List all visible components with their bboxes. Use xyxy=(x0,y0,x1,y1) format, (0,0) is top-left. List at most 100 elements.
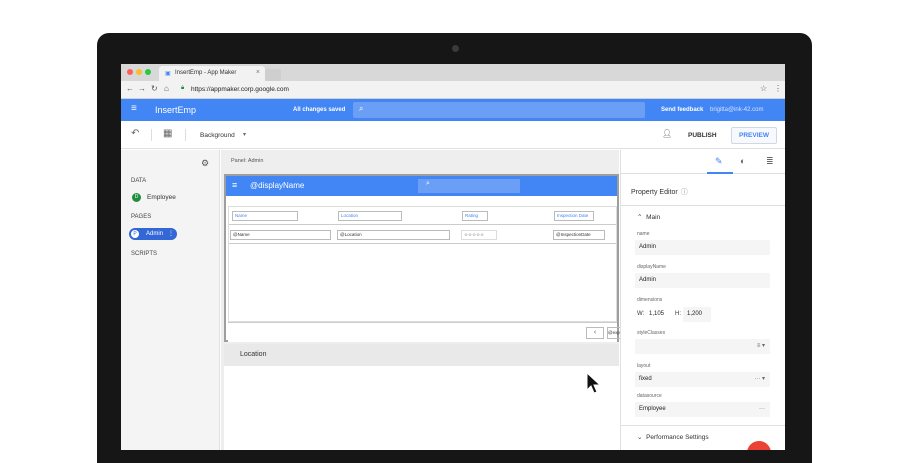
rating-stars[interactable]: ☆☆☆☆☆ xyxy=(461,230,497,240)
browser-urlbar: ← → ↻ ⌂ 🔒︎ https://appmaker.corp.google.… xyxy=(121,81,785,99)
page-preview[interactable]: ≡ @displayName ⌕ Name Location Rating In… xyxy=(224,174,621,342)
page-menu-icon[interactable]: ≡ xyxy=(232,180,237,190)
home-icon[interactable]: ⌂ xyxy=(164,84,169,93)
performance-settings-label: Performance Settings xyxy=(646,434,709,441)
column-header[interactable]: Inspection Date xyxy=(554,211,594,221)
left-nav: ⚙ DATA D Employee PAGES P Admin ⋮ SCRIPT… xyxy=(121,150,220,450)
address-field[interactable]: https://appmaker.corp.google.com xyxy=(191,86,289,93)
layout-dropdown-icon[interactable]: ··· ▾ xyxy=(754,372,765,387)
more-options-icon[interactable]: ⋮ xyxy=(168,228,174,240)
browser-menu-icon[interactable]: ⋮ xyxy=(774,84,782,93)
new-tab-button[interactable] xyxy=(265,69,281,81)
zoom-window-dot[interactable] xyxy=(145,69,151,75)
add-user-icon[interactable]: 👤︎ xyxy=(662,129,672,138)
performance-settings-toggle[interactable]: ⌄ Performance Settings xyxy=(637,433,709,441)
send-feedback-link[interactable]: Send feedback xyxy=(661,107,703,113)
save-status: All changes saved xyxy=(293,107,346,113)
section-divider xyxy=(621,425,785,426)
column-header[interactable]: Location xyxy=(338,211,402,221)
main-section-toggle[interactable]: ⌃ Main xyxy=(637,213,660,221)
undo-icon[interactable]: ↶ xyxy=(131,128,139,139)
floating-action-button[interactable] xyxy=(747,441,771,450)
search-icon: ⌕ xyxy=(426,180,430,187)
layout-field[interactable]: fixed ··· ▾ xyxy=(635,372,770,387)
close-window-dot[interactable] xyxy=(127,69,133,75)
browser-tabbar: ▣ InsertEmp - App Maker × xyxy=(121,64,785,81)
property-editor: ✎ ◐ ≣ Property Editor ⓘ ⌃ Main name Admin… xyxy=(620,150,785,450)
app-maker-favicon-icon: ▣ xyxy=(165,71,171,77)
publish-button[interactable]: PUBLISH xyxy=(688,132,717,139)
styleclasses-field[interactable]: ≡ ▾ xyxy=(635,339,770,354)
mouse-pointer-icon xyxy=(586,372,602,394)
datasource-field[interactable]: Employee ··· xyxy=(635,402,770,417)
settings-gear-icon[interactable]: ⚙ xyxy=(201,158,209,169)
nav-item-employee[interactable]: Employee xyxy=(147,194,176,201)
row-divider xyxy=(229,243,616,244)
back-arrow-icon[interactable]: ← xyxy=(126,84,134,93)
search-icon: ⌕ xyxy=(359,104,364,113)
layout-select[interactable]: Background xyxy=(200,132,235,139)
width-field[interactable]: 1,105 xyxy=(645,307,671,322)
styleclasses-dropdown-icon[interactable]: ≡ ▾ xyxy=(757,339,765,354)
toolbar-divider xyxy=(151,129,152,141)
main-section-label: Main xyxy=(646,214,661,221)
page-search-input[interactable]: ⌕ xyxy=(418,179,520,193)
minimize-window-dot[interactable] xyxy=(136,69,142,75)
name-label: name xyxy=(637,231,650,237)
hamburger-menu-icon[interactable]: ≡ xyxy=(131,103,137,114)
list-icon[interactable]: ≣ xyxy=(766,156,774,167)
displayname-field[interactable]: Admin xyxy=(635,273,770,288)
table-cell[interactable]: @InspectionDate xyxy=(553,230,605,240)
table-cell[interactable]: @Location xyxy=(337,230,450,240)
name-field[interactable]: Admin xyxy=(635,240,770,255)
location-label: Location xyxy=(240,351,267,358)
row-divider xyxy=(229,224,616,225)
bookmark-star-icon[interactable]: ☆ xyxy=(760,84,767,93)
height-label: H: xyxy=(675,311,681,317)
location-section-header[interactable]: Location xyxy=(224,344,619,366)
forward-arrow-icon[interactable]: → xyxy=(138,84,146,93)
property-tabs: ✎ ◐ ≣ xyxy=(621,150,785,174)
editor-toolbar: ↶ ▦ Background ▾ 👤︎ PUBLISH PREVIEW xyxy=(121,121,785,149)
browser-tab[interactable]: ▣ InsertEmp - App Maker × xyxy=(159,66,265,81)
user-account[interactable]: brigitta@ink-42.com xyxy=(710,107,763,113)
page-badge-icon: P xyxy=(131,230,139,238)
screen: ▣ InsertEmp - App Maker × ← → ↻ ⌂ 🔒︎ htt… xyxy=(121,64,785,450)
displayname-label: displayName xyxy=(637,264,666,270)
previous-page-button[interactable]: ‹ xyxy=(586,327,604,339)
employee-table[interactable]: Name Location Rating Inspection Date @Na… xyxy=(228,206,617,322)
nav-item-admin-page[interactable]: P Admin ⋮ xyxy=(129,228,177,240)
column-header[interactable]: Name xyxy=(232,211,298,221)
page-title: @displayName xyxy=(250,181,305,190)
help-icon[interactable]: ⓘ xyxy=(681,189,688,196)
page-header[interactable]: ≡ @displayName ⌕ xyxy=(226,176,617,196)
app-header: ≡ InsertEmp All changes saved ⌕ Send fee… xyxy=(121,99,785,121)
table-cell[interactable]: @Name xyxy=(230,230,331,240)
scripts-heading[interactable]: SCRIPTS xyxy=(131,251,157,257)
datasource-more-icon[interactable]: ··· xyxy=(759,402,765,417)
dimensions-label: dimensions xyxy=(637,297,663,303)
data-model-badge-icon: D xyxy=(132,193,141,202)
pencil-icon[interactable]: ✎ xyxy=(715,156,723,167)
height-field[interactable]: 1,200 xyxy=(683,307,711,322)
panel-label: Panel: Admin xyxy=(231,158,264,164)
editor-canvas: Panel: Admin ≡ @displayName ⌕ Name Locat… xyxy=(221,150,621,450)
width-label: W: xyxy=(637,311,645,317)
layout-value: fixed xyxy=(639,376,652,382)
app-search-input[interactable]: ⌕ xyxy=(353,102,645,118)
location-panel[interactable] xyxy=(224,366,619,450)
styleclasses-label: styleClasses xyxy=(637,330,666,336)
camera xyxy=(452,45,459,52)
column-header[interactable]: Rating xyxy=(462,211,488,221)
next-page-button[interactable]: @exp xyxy=(607,327,621,339)
preview-button[interactable]: PREVIEW xyxy=(731,127,777,144)
widgets-grid-icon[interactable]: ▦ xyxy=(163,128,172,139)
palette-icon[interactable]: ◐ xyxy=(740,156,745,166)
tab-close-icon[interactable]: × xyxy=(256,69,260,76)
reload-icon[interactable]: ↻ xyxy=(151,84,158,93)
nav-item-admin-label: Admin xyxy=(146,231,164,237)
datasource-value: Employee xyxy=(639,406,666,412)
app-title: InsertEmp xyxy=(155,105,197,115)
chevron-down-icon[interactable]: ▾ xyxy=(243,131,246,138)
tab-title: InsertEmp - App Maker xyxy=(175,70,237,76)
